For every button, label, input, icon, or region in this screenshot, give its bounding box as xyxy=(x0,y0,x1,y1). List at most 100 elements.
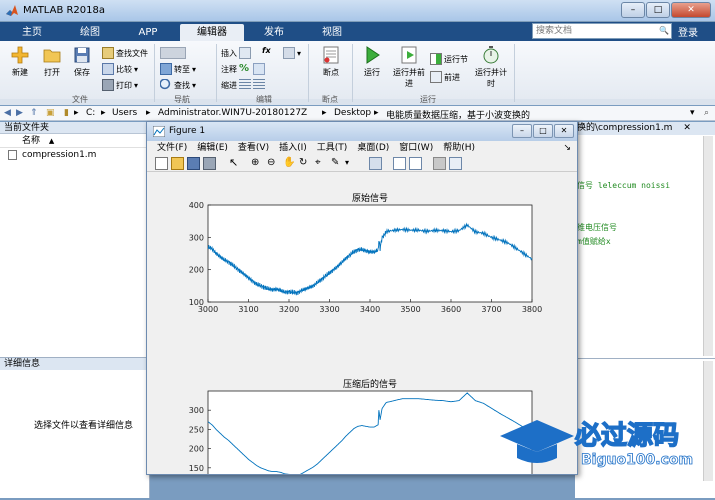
x-tick-label: 3300 xyxy=(319,305,339,314)
tab-publish[interactable]: 发布 xyxy=(246,24,302,41)
up-folder-icon[interactable]: ⇑ xyxy=(30,108,38,118)
figure-minimize-button[interactable]: – xyxy=(512,124,532,138)
nav-arrows-icon xyxy=(160,47,186,59)
editor-line[interactable]: 维电压信号 xyxy=(577,222,617,233)
open-file-icon[interactable] xyxy=(171,157,184,170)
compare-button[interactable]: 比较 ▾ xyxy=(102,63,138,75)
insert-function-button[interactable]: fx xyxy=(262,46,271,55)
zoom-in-icon[interactable]: ⊕ xyxy=(251,157,264,170)
tab-view[interactable]: 视图 xyxy=(304,24,360,41)
run-and-time-button[interactable]: 运行并计时 xyxy=(474,45,508,89)
insert-legend-icon[interactable] xyxy=(409,157,422,170)
data-cursor-icon[interactable]: ⌖ xyxy=(315,157,328,170)
address-segment-drive[interactable]: C: xyxy=(86,108,95,118)
name-column-header[interactable]: 名称 ▲ xyxy=(0,134,149,148)
tab-home[interactable]: 主页 xyxy=(4,24,60,41)
show-plot-tools-icon[interactable] xyxy=(449,157,462,170)
menu-insert[interactable]: 插入(I) xyxy=(279,141,307,155)
edit-dropdown-button[interactable]: ▾ xyxy=(283,47,301,59)
new-figure-icon[interactable] xyxy=(155,157,168,170)
find-files-button[interactable]: 查找文件 xyxy=(102,47,148,59)
find-button[interactable]: 查找 ▾ xyxy=(160,79,196,91)
menu-window[interactable]: 窗口(W) xyxy=(399,141,433,155)
figure-maximize-button[interactable]: □ xyxy=(533,124,553,138)
y-tick-label: 300 xyxy=(189,233,204,242)
menu-tools[interactable]: 工具(T) xyxy=(317,141,348,155)
forward-icon[interactable]: ▶ xyxy=(16,108,23,118)
list-item[interactable]: compression1.m xyxy=(0,148,149,162)
address-segment-users[interactable]: Users xyxy=(112,108,137,118)
folder-icon xyxy=(43,49,61,63)
editor-line[interactable]: 信号 leleccum noissi xyxy=(577,180,670,191)
goto-dropdown-icon[interactable]: ▾ xyxy=(192,65,196,74)
save-button[interactable]: 保存 xyxy=(68,45,96,78)
minimize-button[interactable]: – xyxy=(621,2,645,18)
run-and-advance-button[interactable]: 运行并前进 xyxy=(392,45,426,89)
edit-dropdown-icon[interactable]: ▾ xyxy=(297,49,301,58)
nav-back-forward[interactable] xyxy=(160,47,186,59)
address-search-icon[interactable]: ⌕ xyxy=(704,108,709,118)
app-title: MATLAB R2018a xyxy=(23,5,106,16)
advance-button[interactable]: 前进 xyxy=(430,71,460,83)
matlab-logo-icon xyxy=(6,5,18,16)
menu-desktop[interactable]: 桌面(D) xyxy=(357,141,389,155)
figure-close-button[interactable]: ✕ xyxy=(554,124,574,138)
maximize-button[interactable]: □ xyxy=(646,2,670,18)
menu-help[interactable]: 帮助(H) xyxy=(443,141,475,155)
run-advance-label: 运行并前进 xyxy=(393,68,425,88)
breakpoints-button[interactable]: 断点 xyxy=(316,45,346,78)
address-segment-desktop[interactable]: Desktop xyxy=(334,108,371,118)
axes-box xyxy=(207,204,533,303)
menu-edit[interactable]: 编辑(E) xyxy=(197,141,228,155)
back-icon[interactable]: ◀ xyxy=(4,108,11,118)
editor-close-icon[interactable]: ✕ xyxy=(683,123,691,133)
zoom-out-icon[interactable]: ⊖ xyxy=(267,157,280,170)
hide-plot-tools-icon[interactable] xyxy=(433,157,446,170)
goto-button[interactable]: 转至 ▾ xyxy=(160,63,196,75)
rotate-3d-icon[interactable]: ↻ xyxy=(299,157,312,170)
pan-hand-icon[interactable]: ✋ xyxy=(283,157,296,170)
tab-editor[interactable]: 编辑器 xyxy=(180,24,244,41)
menu-dock-icon[interactable]: ↘ xyxy=(563,141,571,155)
indent-button[interactable]: 缩进 xyxy=(221,79,265,91)
close-button[interactable]: ✕ xyxy=(671,2,711,18)
find-dropdown-icon[interactable]: ▾ xyxy=(192,81,196,90)
address-dropdown-icon[interactable]: ▾ xyxy=(690,108,695,118)
advance-label: 前进 xyxy=(444,72,460,82)
browse-folder-icon[interactable]: ▣ xyxy=(46,108,55,118)
address-segment-user[interactable]: Administrator.WIN7U-20180127Z xyxy=(158,108,307,118)
y-tick-label: 100 xyxy=(189,298,204,307)
run-section-button[interactable]: 运行节 xyxy=(430,53,468,65)
save-figure-icon[interactable] xyxy=(187,157,200,170)
address-segment-folder[interactable]: 电能质量数据压缩，基于小波变换的 xyxy=(386,108,530,121)
outdent-icon xyxy=(253,79,265,91)
link-plot-icon[interactable] xyxy=(369,157,382,170)
login-button[interactable]: 登录 xyxy=(678,24,698,39)
tab-plots[interactable]: 绘图 xyxy=(62,24,118,41)
new-button[interactable]: 新建 xyxy=(6,45,34,78)
compare-dropdown-icon[interactable]: ▾ xyxy=(134,65,138,74)
search-input[interactable]: 搜索文档 🔍 xyxy=(532,23,672,39)
open-button[interactable]: 打开 xyxy=(38,45,66,78)
print-button[interactable]: 打印 ▾ xyxy=(102,79,138,91)
print-figure-icon[interactable] xyxy=(203,157,216,170)
print-dropdown-icon[interactable]: ▾ xyxy=(134,81,138,90)
pointer-icon[interactable]: ↖ xyxy=(229,157,242,170)
menu-view[interactable]: 查看(V) xyxy=(238,141,269,155)
editor-scrollbar[interactable] xyxy=(703,136,713,356)
insert-colorbar-icon[interactable] xyxy=(393,157,406,170)
brush-dropdown-icon[interactable]: ▾ xyxy=(345,157,358,170)
insert-button[interactable]: 插入 xyxy=(221,47,251,59)
comment-button[interactable]: 注释 % xyxy=(221,63,265,75)
run-button[interactable]: 运行 xyxy=(358,45,386,78)
brush-icon[interactable]: ✎ xyxy=(331,157,344,170)
editor-tab-path[interactable]: 换的\compression1.m ✕ xyxy=(575,122,715,135)
editor-line[interactable]: m值赋给x xyxy=(577,236,611,247)
menu-file[interactable]: 文件(F) xyxy=(157,141,187,155)
advance-icon xyxy=(430,71,442,83)
breakpoint-icon xyxy=(323,46,339,64)
address-separator-icon: ▸ xyxy=(101,108,106,118)
search-icon[interactable]: 🔍 xyxy=(657,24,671,38)
details-panel-title: 详细信息 xyxy=(0,357,150,370)
tab-apps[interactable]: APP xyxy=(120,24,176,41)
